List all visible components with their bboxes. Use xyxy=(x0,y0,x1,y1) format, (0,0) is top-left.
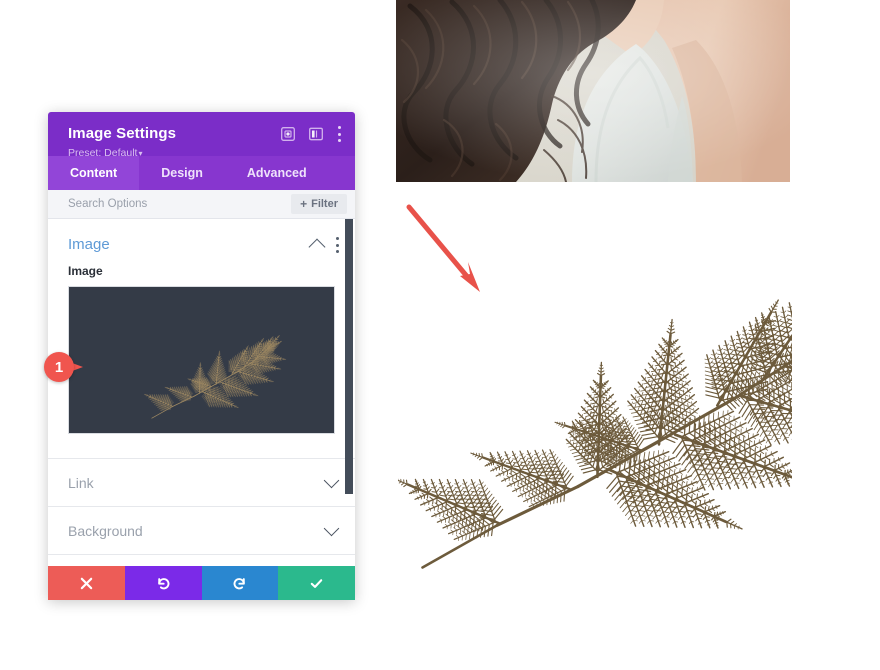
modal-footer xyxy=(48,566,355,600)
image-settings-modal[interactable]: Image Settings Preset: Default▾ Content … xyxy=(48,112,355,600)
tab-design[interactable]: Design xyxy=(139,156,225,190)
section-controls xyxy=(308,237,339,256)
fern-thumbnail-art xyxy=(143,335,286,419)
filter-button[interactable]: + Filter xyxy=(291,194,347,214)
panel-scrollbar[interactable] xyxy=(345,219,353,494)
header-icon-group xyxy=(281,126,341,142)
plus-icon: + xyxy=(300,197,308,211)
image-upload-preview[interactable] xyxy=(68,286,335,434)
section-image-header[interactable]: Image xyxy=(48,219,355,263)
section-title: Image xyxy=(68,236,110,253)
bride-photo xyxy=(396,0,790,182)
section-background[interactable]: Background xyxy=(48,507,355,555)
badge-number: 1 xyxy=(44,352,74,382)
tab-advanced[interactable]: Advanced xyxy=(225,156,329,190)
bride-photo-art xyxy=(396,0,790,182)
chevron-down-icon: ▾ xyxy=(138,149,143,158)
tab-content[interactable]: Content xyxy=(48,156,140,190)
fern-leaf-art xyxy=(394,198,880,640)
save-button[interactable] xyxy=(278,566,355,600)
section-link-label: Link xyxy=(68,474,94,491)
redo-button[interactable] xyxy=(201,566,279,600)
close-icon xyxy=(80,577,93,589)
chevron-down-icon[interactable] xyxy=(323,472,340,488)
section-link[interactable]: Link xyxy=(48,459,355,507)
section-background-label: Background xyxy=(68,522,143,539)
cancel-button[interactable] xyxy=(48,566,125,600)
more-options-icon[interactable] xyxy=(337,126,341,142)
undo-button[interactable] xyxy=(124,566,202,600)
callout-badge-1: 1 xyxy=(44,352,88,382)
search-input[interactable] xyxy=(68,198,248,210)
check-icon xyxy=(310,578,323,588)
undo-icon xyxy=(157,577,170,589)
filter-button-label: Filter xyxy=(311,198,338,210)
chevron-down-icon[interactable] xyxy=(323,520,340,536)
focus-icon[interactable] xyxy=(281,127,295,141)
section-more-options-icon[interactable] xyxy=(335,237,339,253)
fern-leaf-image xyxy=(394,198,880,640)
preset-selector[interactable]: Preset: Default▾ xyxy=(68,146,339,161)
chevron-up-icon[interactable] xyxy=(308,238,326,256)
layout-icon[interactable] xyxy=(309,127,323,141)
preset-label: Preset: Default xyxy=(68,147,138,159)
search-row: + Filter xyxy=(48,190,355,219)
modal-header: Image Settings Preset: Default▾ xyxy=(48,112,355,159)
redo-icon xyxy=(233,577,246,589)
image-field-label: Image xyxy=(68,264,103,278)
tab-bar: Content Design Advanced xyxy=(48,156,355,190)
settings-body: Image Image Link Background xyxy=(48,219,355,566)
